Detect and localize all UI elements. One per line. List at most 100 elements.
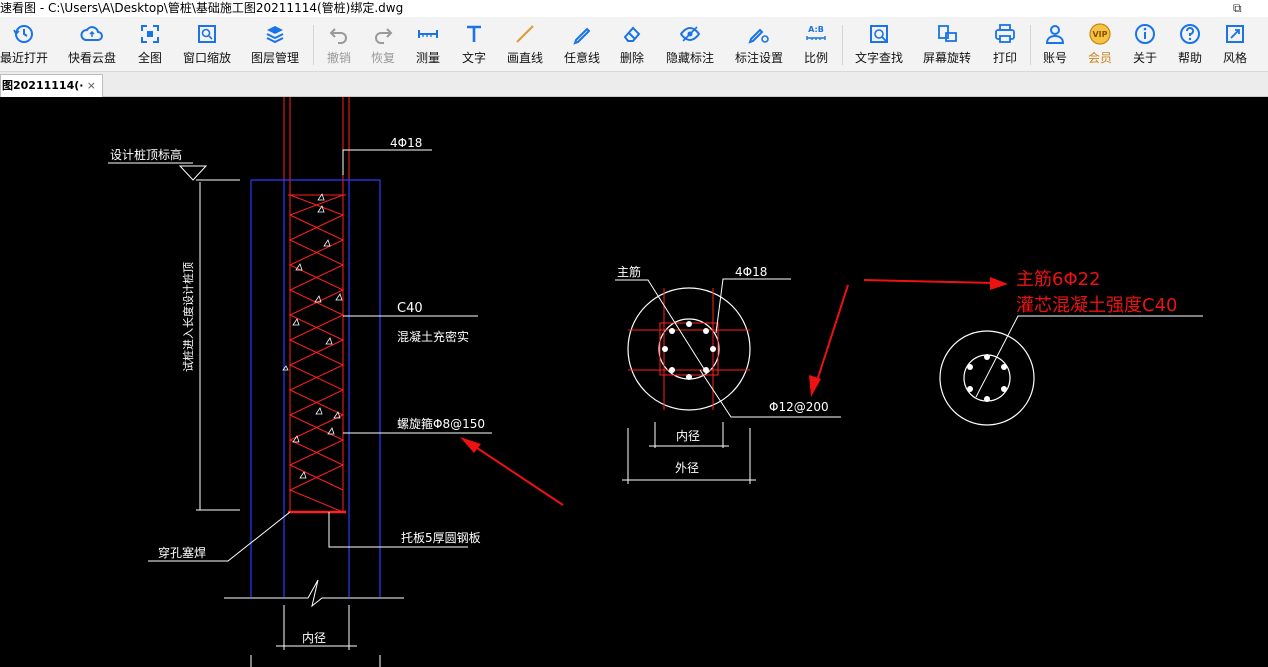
user-icon — [1045, 25, 1065, 44]
pen-icon — [573, 27, 591, 45]
layers-icon — [266, 26, 284, 44]
eraser-icon — [623, 26, 641, 42]
main-rebar-label: 主筋 — [617, 264, 641, 279]
fullview-label: 全图 — [137, 51, 162, 65]
measure-label: 测量 — [415, 51, 440, 65]
text-icon — [467, 25, 481, 42]
title-bar: 快速看图 - C:\Users\A\Desktop\管桩\基础施工图202111… — [0, 0, 1268, 17]
account-label: 账号 — [1042, 51, 1067, 65]
recent-label: 最近打开 — [0, 51, 49, 65]
eye-hidden-icon — [679, 26, 701, 42]
drawing-canvas[interactable]: 设计桩顶标高 试桩进入长度设计桩顶 4Φ18 C40 混凝土充密实 螺旋箍Φ8@… — [0, 97, 1268, 667]
window-zoom-button[interactable]: 窗口缩放 — [180, 17, 234, 72]
toolbar-separator — [1030, 25, 1031, 65]
annot-settings-label: 标注设置 — [734, 51, 783, 65]
concrete-fill-label: 混凝土充密实 — [397, 329, 469, 344]
filled-core-labels: 主筋6Φ22 灌芯混凝土强度C40 — [1016, 269, 1177, 316]
stirrup-label: Φ12@200 — [769, 400, 829, 414]
svg-text:A:B: A:B — [808, 25, 824, 34]
vip-label: 会员 — [1087, 51, 1112, 65]
text-label: 文字 — [461, 51, 486, 65]
undo-icon — [329, 28, 347, 44]
red-note-concrete: 灌芯混凝土强度C40 — [1016, 295, 1177, 316]
toolbar-separator — [842, 25, 843, 65]
text-button[interactable]: 文字 — [459, 17, 489, 72]
info-icon — [1135, 24, 1155, 44]
draw-line-label: 画直线 — [506, 51, 543, 65]
print-label: 打印 — [992, 51, 1017, 65]
hide-annot-button[interactable]: 隐藏标注 — [664, 17, 716, 72]
window-title: 快速看图 - C:\Users\A\Desktop\管桩\基础施工图202111… — [0, 1, 404, 15]
toolbar-separator — [313, 25, 314, 65]
zoom-window-icon — [198, 25, 216, 43]
pile-length-label: 试桩进入长度设计桩顶 — [181, 262, 195, 372]
plate-label: 托板5厚圆钢板 — [401, 531, 481, 545]
scale-label: 比例 — [803, 51, 828, 65]
cloud-button[interactable]: 快看云盘 — [66, 17, 118, 72]
restore-button[interactable]: ⧉ — [1233, 0, 1242, 17]
pen-gear-icon — [748, 28, 769, 44]
redo-icon — [375, 28, 393, 44]
outer-dia-label: 外径 — [675, 461, 699, 475]
about-button[interactable]: 关于 — [1130, 17, 1160, 72]
scale-button[interactable]: A:B 比例 — [801, 17, 831, 72]
undo-label: 撤销 — [326, 51, 351, 65]
question-icon — [1180, 24, 1200, 44]
layer-label: 图层管理 — [250, 51, 299, 65]
svg-text:VIP: VIP — [1092, 30, 1107, 39]
vip-button[interactable]: VIP 会员 — [1085, 17, 1115, 72]
free-line-label: 任意线 — [563, 51, 600, 65]
account-button[interactable]: 账号 — [1040, 17, 1070, 72]
red-note-main-rebar: 主筋6Φ22 — [1016, 269, 1101, 290]
text-search-button[interactable]: 文字查找 — [852, 17, 906, 72]
recent-button[interactable]: 最近打开 — [0, 17, 48, 72]
app-window: 快速看图 - C:\Users\A\Desktop\管桩\基础施工图202111… — [0, 0, 1268, 667]
help-button[interactable]: 帮助 — [1175, 17, 1205, 72]
style-button[interactable]: 风格 — [1220, 17, 1250, 72]
search-text-icon — [870, 25, 888, 43]
hole-weld-label: 穿孔塞焊 — [158, 545, 206, 560]
screen-rotate-label: 屏幕旋转 — [922, 51, 971, 65]
annot-settings-button[interactable]: 标注设置 — [732, 17, 786, 72]
screen-rotate-button[interactable]: 屏幕旋转 — [920, 17, 974, 72]
top-rebar-label: 4Φ18 — [390, 136, 422, 150]
fullview-button[interactable]: 全图 — [134, 17, 166, 72]
window-zoom-label: 窗口缩放 — [182, 51, 231, 65]
printer-icon — [995, 24, 1015, 43]
tab-close-icon[interactable]: × — [87, 75, 96, 96]
document-tab[interactable]: 图20211114(· × — [0, 74, 103, 97]
hide-annot-label: 隐藏标注 — [665, 51, 714, 65]
print-button[interactable]: 打印 — [990, 17, 1020, 72]
section-rebar-label: 4Φ18 — [735, 265, 767, 279]
cloud-label: 快看云盘 — [67, 51, 116, 65]
scale-icon: A:B — [806, 25, 826, 40]
fit-view-icon — [141, 25, 159, 43]
redo-label: 恢复 — [370, 51, 395, 65]
delete-label: 删除 — [619, 51, 644, 65]
clock-icon — [13, 25, 33, 43]
style-label: 风格 — [1222, 51, 1247, 65]
cloud-icon — [80, 26, 103, 41]
layer-button[interactable]: 图层管理 — [248, 17, 302, 72]
bottom-inner-dia-label: 内径 — [302, 631, 326, 645]
pile-section — [615, 278, 849, 484]
toolbar: 最近打开 快看云盘 全图 窗口缩放 图层管理 撤销 恢复 测量 文字 画直线 任… — [0, 17, 1268, 72]
inner-dia-label: 内径 — [676, 429, 700, 443]
free-line-button[interactable]: 任意线 — [562, 17, 602, 72]
vip-badge-icon: VIP — [1089, 23, 1111, 45]
c40-label: C40 — [397, 301, 423, 316]
delete-button[interactable]: 删除 — [617, 17, 647, 72]
pile-elevation — [108, 97, 564, 667]
cad-drawing: 设计桩顶标高 试桩进入长度设计桩顶 4Φ18 C40 混凝土充密实 螺旋箍Φ8@… — [108, 97, 1203, 667]
style-icon — [1226, 25, 1244, 43]
measure-button[interactable]: 测量 — [413, 17, 443, 72]
text-search-label: 文字查找 — [854, 51, 903, 65]
rotate-icon — [938, 25, 957, 42]
about-label: 关于 — [1132, 51, 1157, 65]
spiral-label: 螺旋箍Φ8@150 — [397, 416, 485, 431]
undo-button[interactable]: 撤销 — [324, 17, 354, 72]
document-tab-bar: 图20211114(· × — [0, 72, 1268, 97]
draw-line-button[interactable]: 画直线 — [505, 17, 545, 72]
line-icon — [516, 25, 534, 43]
redo-button[interactable]: 恢复 — [368, 17, 398, 72]
